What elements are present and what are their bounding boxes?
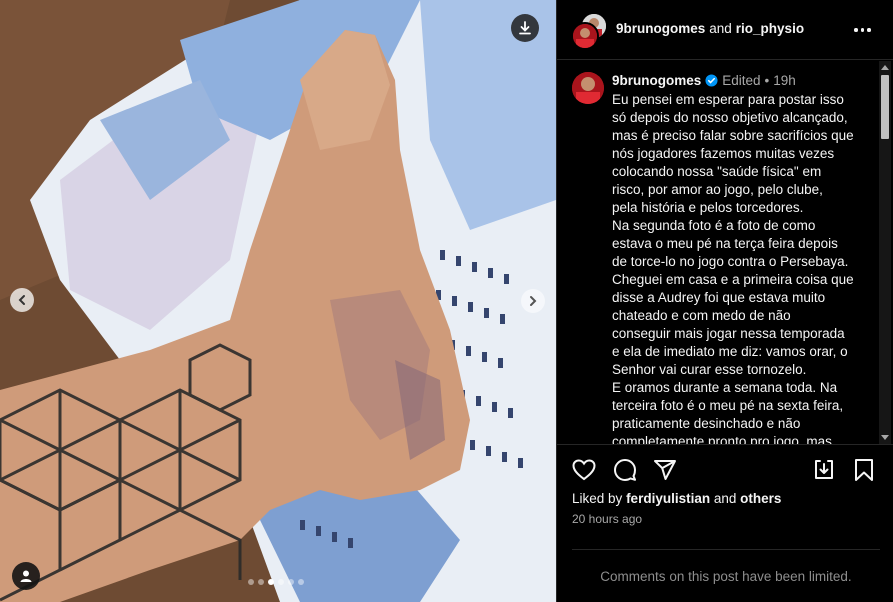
download-icon [519,21,531,35]
caption-line: mas é preciso falar sobre sacrifícios qu… [612,128,854,143]
likes-and-text: and [713,491,737,506]
verified-badge-icon [705,74,718,87]
post-age: 19h [773,73,796,88]
caption-line: Na segunda foto é a foto de como [612,218,816,233]
bookmark-icon [855,459,873,481]
scroll-up-arrow[interactable] [880,62,890,72]
caption-line: Eu pensei em esperar para postar isso [612,92,844,107]
and-text: and [709,21,732,36]
edited-label: Edited [722,73,761,88]
avatar[interactable] [572,72,604,104]
carousel-dot [268,579,274,585]
post-photo [0,0,556,602]
user-tag-icon [20,570,32,582]
post-header: 9brunogomes and rio_physio [557,0,893,60]
caption-line: risco, por amor ao jogo, pelo clube, [612,182,823,197]
carousel-indicator [248,579,304,585]
scroll-down-arrow[interactable] [880,433,890,443]
carousel-dot [278,579,284,585]
carousel-dot [288,579,294,585]
action-bar [557,444,893,495]
meta-separator: • [764,73,770,88]
caption-line: Cheguei em casa e a primeira coisa que [612,272,854,287]
heart-icon [572,459,596,481]
triangle-down-icon [881,435,889,440]
comment-icon [614,459,636,481]
caption-line: estava o meu pé na terça feira depois [612,236,838,251]
avatar [571,22,599,50]
post-details-panel: 9brunogomes and rio_physio 9brunogomes Edi… [556,0,893,602]
comment-button[interactable] [612,457,638,483]
post-media[interactable] [0,0,556,602]
likes-summary: Liked by ferdiyulistian and others [572,491,781,506]
caption-line: disse a Audrey foi que estava muito [612,290,826,305]
collab-names: 9brunogomes and rio_physio [616,21,804,36]
collab-avatars[interactable] [571,12,608,50]
caption-line: colocando nossa "saúde física" em [612,164,822,179]
caption-scrollbar[interactable] [879,61,891,444]
send-icon [654,460,676,480]
caption-line: conseguir mais jogar nessa temporada [612,326,845,341]
caption-scroll-area[interactable]: 9brunogomes Edited • 19h Eu pensei em es… [557,61,893,444]
download-post-button[interactable] [811,457,837,483]
next-slide-button[interactable] [521,289,545,313]
like-button[interactable] [571,457,597,483]
previous-slide-button[interactable] [10,288,34,312]
caption-line: chateado e com medo de não [612,308,791,323]
caption-line: completamente pronto pro jogo, mas [612,434,832,444]
liked-by-prefix: Liked by [572,491,623,506]
triangle-up-icon [881,65,889,70]
save-button[interactable] [851,457,877,483]
caption-line: praticamente desinchado e não [612,416,801,431]
collaborator-username-link[interactable]: rio_physio [736,21,804,36]
author-username-link[interactable]: 9brunogomes [616,21,705,36]
liker-username-link[interactable]: ferdiyulistian [626,491,710,506]
comment-footer: Comments on this post have been limited. [572,549,880,602]
carousel-dot [258,579,264,585]
tagged-users-button[interactable] [12,562,40,590]
caption-line: de torce-lo no jogo contra o Persebaya. [612,254,849,269]
caption-username-link[interactable]: 9brunogomes [612,73,701,88]
chevron-right-icon [530,296,537,306]
others-link[interactable]: others [740,491,781,506]
scrollbar-thumb[interactable] [881,75,889,139]
caption-line: E oramos durante a semana toda. Na [612,380,838,395]
post-timestamp[interactable]: 20 hours ago [572,512,642,526]
download-button[interactable] [511,14,539,42]
caption-line: só depois do nosso objetivo alcançado, [612,110,848,125]
caption-text: Eu pensei em esperar para postar isso só… [612,91,860,444]
carousel-dot [298,579,304,585]
caption-line: terceira foto é o meu pé na sexta feira, [612,398,844,413]
chevron-left-icon [18,295,25,305]
save-download-icon [815,460,833,479]
more-options-button[interactable] [854,22,872,38]
caption-line: e ela de imediato me diz: vamos orar, o [612,344,848,359]
share-button[interactable] [652,457,678,483]
caption-line: nós jogadores fazemos muitas vezes [612,146,835,161]
caption-line: pela história e pelos torcedores. [612,200,804,215]
carousel-dot [248,579,254,585]
caption-header: 9brunogomes Edited • 19h [612,73,796,88]
caption-line: Senhor vai curar esse tornozelo. [612,362,807,377]
comments-limited-notice: Comments on this post have been limited. [600,569,852,584]
